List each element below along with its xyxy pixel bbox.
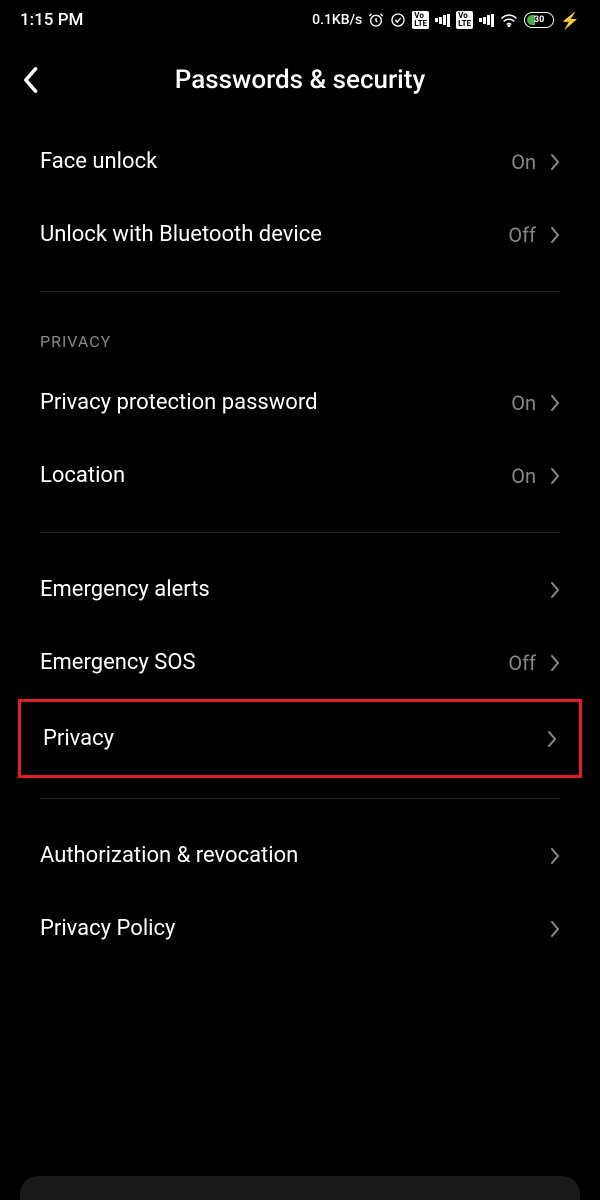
data-rate: 0.1KB/s [312,12,362,28]
setting-authorization-revocation[interactable]: Authorization & revocation [0,819,600,892]
chevron-right-icon [550,153,560,171]
setting-privacy[interactable]: Privacy [21,702,579,775]
signal-bars-1 [435,13,450,27]
sync-icon [390,12,406,28]
setting-label: Privacy [43,726,114,751]
bottom-sheet-peek [20,1176,580,1200]
setting-value: On [511,150,536,174]
setting-label: Authorization & revocation [40,843,298,868]
chevron-right-icon [550,847,560,865]
charging-icon: ⚡ [560,11,580,30]
chevron-right-icon [550,920,560,938]
chevron-right-icon [550,654,560,672]
battery-indicator: 30 [524,12,554,28]
chevron-left-icon [20,66,40,94]
status-indicators: 0.1KB/s VoLTE VoLTE 30 ⚡ [312,11,580,30]
volte-badge-1: VoLTE [412,11,429,29]
chevron-right-icon [547,730,557,748]
setting-location[interactable]: Location On [0,439,600,512]
alarm-icon [368,12,384,28]
back-button[interactable] [20,60,60,100]
status-time: 1:15 PM [20,10,83,30]
settings-list: Face unlock On Unlock with Bluetooth dev… [0,125,600,965]
setting-privacy-policy[interactable]: Privacy Policy [0,892,600,965]
volte-badge-2: VoLTE [456,11,473,29]
page-title: Passwords & security [175,65,425,95]
setting-label: Emergency SOS [40,650,196,675]
chevron-right-icon [550,581,560,599]
header: Passwords & security [0,40,600,125]
setting-label: Face unlock [40,149,157,174]
setting-emergency-sos[interactable]: Emergency SOS Off [0,626,600,699]
chevron-right-icon [550,394,560,412]
setting-value: Off [508,223,536,247]
status-bar: 1:15 PM 0.1KB/s VoLTE VoLTE 30 ⚡ [0,0,600,40]
section-header-privacy: PRIVACY [0,292,600,366]
setting-face-unlock[interactable]: Face unlock On [0,125,600,198]
setting-label: Privacy Policy [40,916,175,941]
wifi-icon [500,13,518,27]
setting-label: Unlock with Bluetooth device [40,222,322,247]
setting-bluetooth-unlock[interactable]: Unlock with Bluetooth device Off [0,198,600,271]
setting-privacy-password[interactable]: Privacy protection password On [0,366,600,439]
chevron-right-icon [550,467,560,485]
signal-bars-2 [479,13,494,27]
setting-label: Location [40,463,125,488]
highlight-annotation: Privacy [18,699,582,778]
setting-value: On [511,391,536,415]
setting-value: On [511,464,536,488]
chevron-right-icon [550,226,560,244]
setting-value: Off [508,651,536,675]
setting-label: Privacy protection password [40,390,318,415]
setting-emergency-alerts[interactable]: Emergency alerts [0,553,600,626]
setting-label: Emergency alerts [40,577,210,602]
